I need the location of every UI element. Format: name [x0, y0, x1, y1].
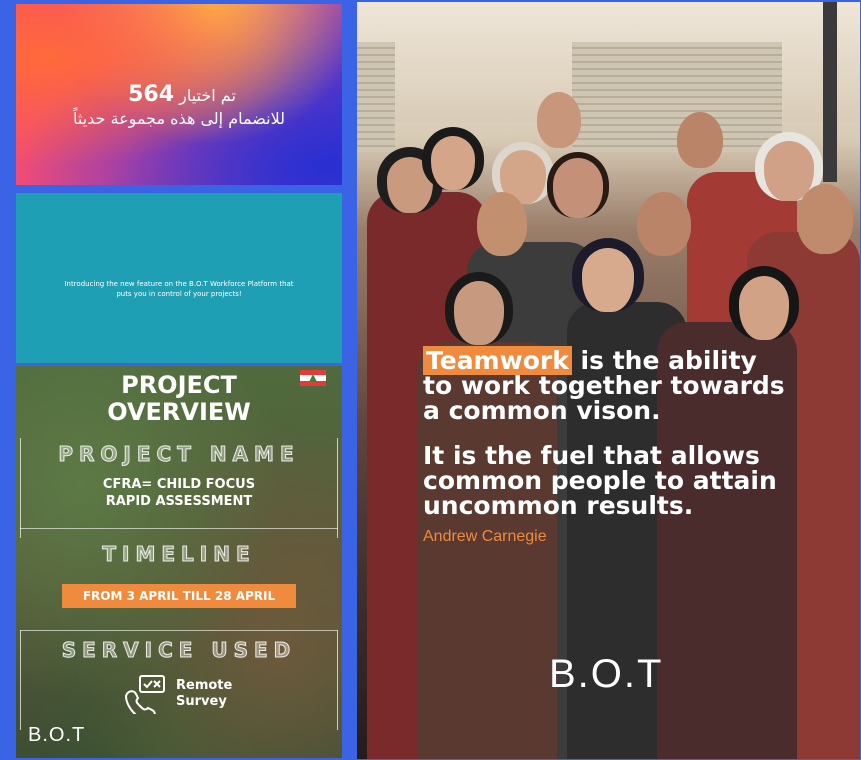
person-head	[547, 152, 609, 218]
overview-title-line-2: OVERVIEW	[107, 398, 251, 426]
overview-title: PROJECT OVERVIEW	[16, 372, 342, 426]
service-value: Remote Survey	[176, 678, 232, 710]
lebanon-flag-icon	[300, 370, 326, 386]
project-name-value: CFRA= CHILD FOCUS RAPID ASSESSMENT	[16, 476, 342, 510]
person-head	[537, 92, 581, 148]
project-overview-tile: PROJECT OVERVIEW PROJECT NAME CFRA= CHIL…	[16, 366, 342, 758]
person-head	[637, 192, 691, 256]
person-head	[572, 238, 644, 312]
service-line-2: Survey	[176, 694, 227, 709]
teamwork-photo-tile: Teamwork is the ability to work together…	[357, 2, 860, 759]
person-head	[445, 272, 513, 345]
arabic-prefix: تم اختيار	[179, 86, 236, 105]
person-head	[797, 184, 853, 254]
service-line-1: Remote	[176, 678, 233, 693]
person-head	[477, 192, 527, 256]
quote-author: Andrew Carnegie	[423, 528, 547, 545]
feature-intro-text: Introducing the new feature on the B.O.T…	[64, 280, 294, 298]
quote-paragraph-1: Teamwork is the ability to work together…	[423, 346, 843, 425]
person-head	[422, 127, 484, 190]
gradient-announcement-tile: تم اختيار 564 للانضمام إلى هذه مجموعة حد…	[16, 4, 342, 185]
bot-logo-large: B.O.T	[549, 652, 664, 696]
project-name-line-1: CFRA= CHILD FOCUS	[102, 477, 256, 492]
street-pole	[823, 2, 837, 182]
service-heading: SERVICE USED	[61, 638, 297, 663]
timeline-value: FROM 3 APRIL TILL 28 APRIL	[62, 584, 296, 608]
project-name-line-2: RAPID ASSESSMENT	[105, 494, 253, 509]
quote-paragraph-2: It is the fuel that allows common people…	[423, 443, 843, 518]
bot-logo-small: B.O.T	[28, 724, 86, 746]
arabic-line-2: للانضمام إلى هذه مجموعة حديثاً	[73, 109, 285, 128]
divider-1	[20, 528, 338, 529]
quote2-line-3: uncommon results.	[423, 491, 694, 520]
feature-intro-tile: Introducing the new feature on the B.O.T…	[16, 193, 342, 363]
overview-title-line-1: PROJECT	[121, 371, 237, 399]
timeline-heading: TIMELINE	[102, 542, 256, 567]
member-count: 564	[128, 82, 175, 107]
person-head	[677, 112, 723, 168]
shutter-left	[357, 42, 395, 152]
project-name-heading: PROJECT NAME	[58, 442, 300, 467]
teamwork-quote: Teamwork is the ability to work together…	[423, 346, 843, 538]
arabic-announcement: تم اختيار 564 للانضمام إلى هذه مجموعة حد…	[16, 82, 342, 128]
person-head	[729, 266, 799, 340]
quote-line-3: a common vison.	[423, 396, 661, 425]
remote-survey-icon	[124, 675, 165, 714]
